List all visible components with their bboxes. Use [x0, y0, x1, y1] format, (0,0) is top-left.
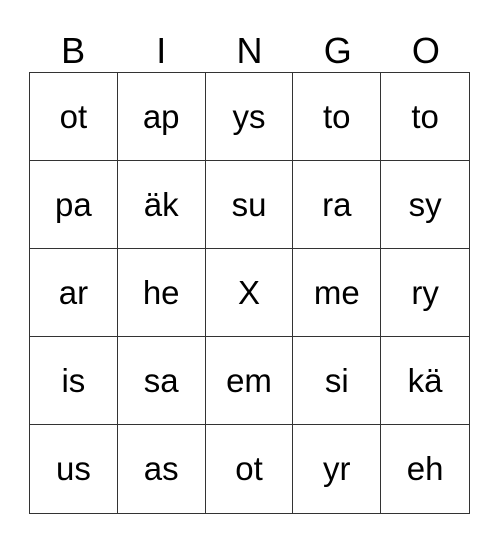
bingo-cell[interactable]: pa: [30, 161, 118, 249]
bingo-cell[interactable]: he: [117, 249, 206, 337]
bingo-cell[interactable]: ys: [205, 73, 294, 161]
bingo-cell[interactable]: ot: [206, 425, 294, 513]
header-letter-o: O: [411, 30, 440, 71]
bingo-cell[interactable]: em: [205, 337, 294, 425]
bingo-cell[interactable]: us: [30, 425, 118, 513]
bingo-cell[interactable]: sa: [117, 337, 206, 425]
bingo-cell[interactable]: yr: [293, 425, 382, 513]
bingo-cell[interactable]: ra: [293, 161, 382, 249]
bingo-cell[interactable]: ot: [30, 73, 118, 161]
bingo-cell[interactable]: is: [30, 337, 118, 425]
bingo-header: B I N G O: [29, 30, 470, 72]
bingo-grid: ot ap ys to to pa äk su ra sy ar he Xme ry is sa em si kä u…: [29, 72, 470, 514]
bingo-cell[interactable]: to: [293, 73, 382, 161]
header-letter-i: I: [156, 30, 167, 71]
header-letter-g: G: [323, 30, 352, 71]
bingo-cell[interactable]: äk: [117, 161, 206, 249]
bingo-cell[interactable]: sy: [381, 161, 469, 249]
header-letter-b: B: [61, 30, 86, 71]
bingo-cell[interactable]: ry: [381, 249, 469, 337]
bingo-cell[interactable]: si: [293, 337, 382, 425]
bingo-cell[interactable]: as: [118, 425, 206, 513]
bingo-cell[interactable]: kä: [381, 337, 469, 425]
bingo-cell[interactable]: me: [293, 249, 382, 337]
header-letter-n: N: [236, 30, 263, 71]
bingo-cell[interactable]: su: [205, 161, 294, 249]
bingo-cell[interactable]: to: [381, 73, 469, 161]
bingo-cell[interactable]: eh: [381, 425, 469, 513]
bingo-cell[interactable]: ap: [117, 73, 206, 161]
bingo-cell[interactable]: ar: [30, 249, 118, 337]
bingo-cell[interactable]: X: [205, 249, 294, 337]
